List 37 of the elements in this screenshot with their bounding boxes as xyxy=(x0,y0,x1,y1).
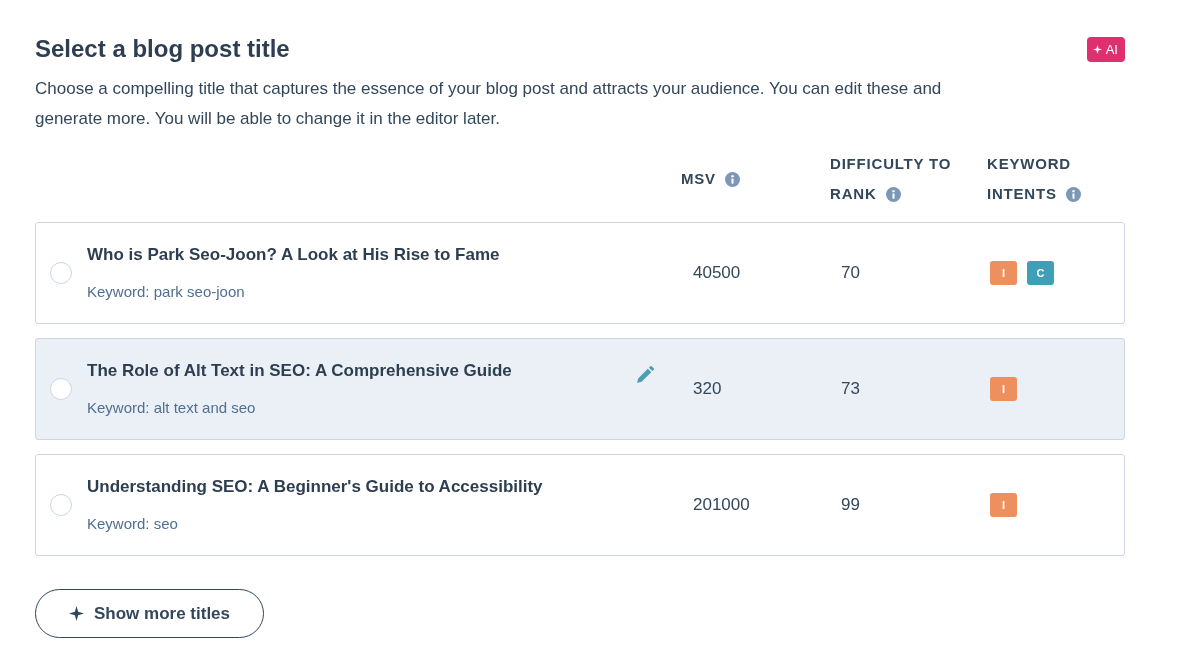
column-header: MSV xyxy=(681,169,716,189)
keyword-text: Keyword: seo xyxy=(87,515,178,533)
post-title: The Role of Alt Text in SEO: A Comprehensive Guide xyxy=(87,361,512,381)
msv-value: 320 xyxy=(693,379,722,398)
intent-tag: I xyxy=(990,261,1017,285)
intent-tag: C xyxy=(1027,261,1054,285)
radio-button[interactable] xyxy=(50,494,72,516)
pencil-icon[interactable] xyxy=(636,366,654,384)
difficulty-value: 73 xyxy=(841,379,860,398)
column-header: RANK xyxy=(830,184,877,204)
radio-button[interactable] xyxy=(50,262,72,284)
column-header: DIFFICULTY TO xyxy=(830,154,952,174)
radio-button[interactable] xyxy=(50,378,72,400)
info-icon[interactable] xyxy=(885,186,901,202)
column-header: INTENTS xyxy=(987,184,1057,204)
title-option-card[interactable]: The Role of Alt Text in SEO: A Comprehensive Guide Keyword: alt text and seo 320 73 I xyxy=(35,338,1125,440)
column-header: KEYWORD xyxy=(987,154,1071,174)
info-icon[interactable] xyxy=(1065,186,1081,202)
difficulty-value: 99 xyxy=(841,495,860,514)
show-more-button[interactable]: Show more titles xyxy=(35,589,264,638)
intent-tag: I xyxy=(990,493,1017,517)
sparkle-icon xyxy=(69,606,84,621)
difficulty-value: 70 xyxy=(841,263,860,282)
keyword-text: Keyword: alt text and seo xyxy=(87,399,256,417)
keyword-text: Keyword: park seo-joon xyxy=(87,283,245,301)
msv-value: 201000 xyxy=(693,495,750,514)
msv-value: 40500 xyxy=(693,263,741,282)
title-option-card[interactable]: Understanding SEO: A Beginner's Guide to Accessibility Keyword: seo 201000 99 I xyxy=(35,454,1125,556)
ai-label: AI xyxy=(1105,41,1118,58)
post-title: Understanding SEO: A Beginner's Guide to Accessibility xyxy=(87,477,543,497)
description-text: Choose a compelling title that captures the essence of your blog post and attracts your audience. You can edit these and generate more. You will be able to change it in the editor later. xyxy=(35,78,943,130)
intent-tag: I xyxy=(990,377,1017,401)
page-title: Select a blog post title xyxy=(35,34,290,64)
title-option-card[interactable]: Who is Park Seo-Joon? A Look at His Rise to Fame Keyword: park seo-joon 40500 70 I C xyxy=(35,222,1125,324)
post-title: Who is Park Seo-Joon? A Look at His Rise to Fame xyxy=(87,245,500,265)
info-icon[interactable] xyxy=(724,171,740,187)
sparkle-icon xyxy=(1092,45,1102,54)
